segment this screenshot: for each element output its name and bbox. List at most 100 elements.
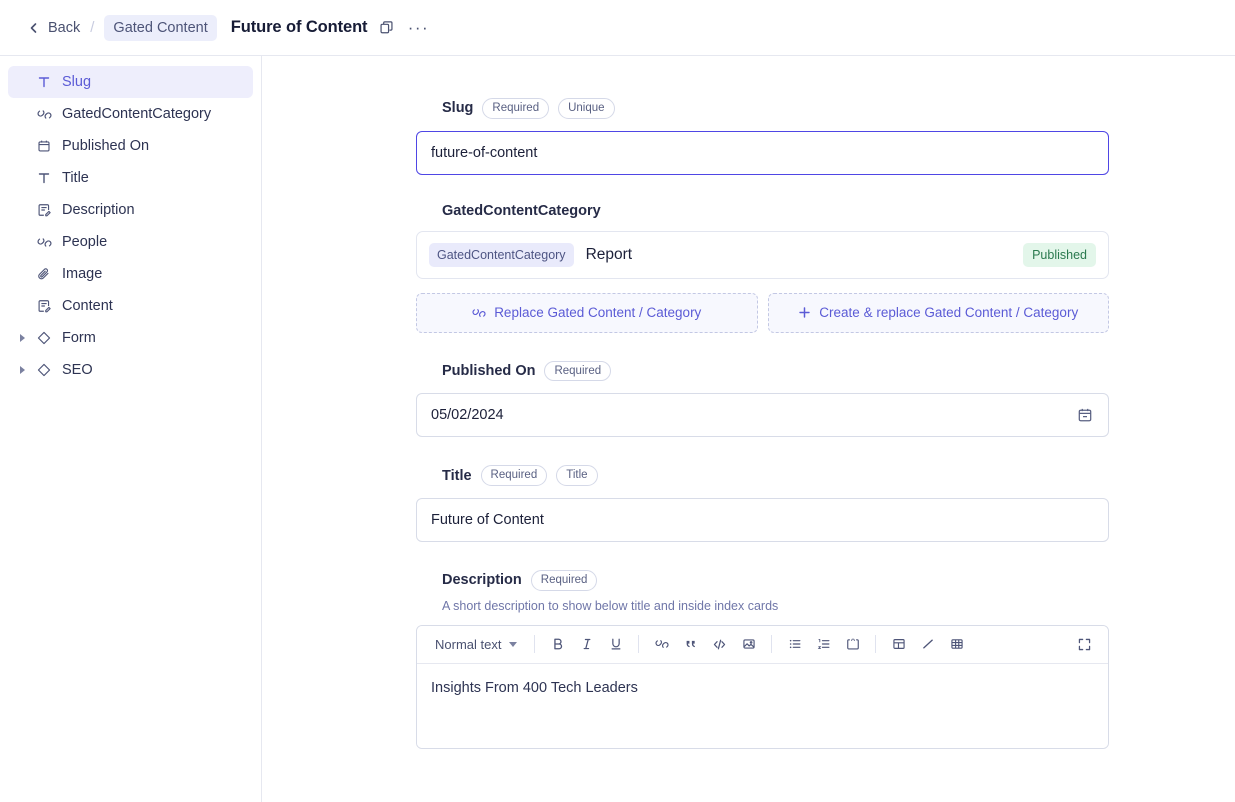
code-icon[interactable] (706, 631, 733, 658)
breadcrumb-gated-content[interactable]: Gated Content (104, 14, 217, 41)
top-bar: Back / Gated Content Future of Content ·… (0, 0, 1235, 56)
title-input-value: Future of Content (431, 511, 544, 528)
more-options-button[interactable]: ··· (405, 15, 431, 41)
badge-required: Required (480, 465, 548, 486)
sidebar-item-title[interactable]: Title (8, 162, 253, 194)
sidebar-item-label: Form (62, 330, 96, 346)
field-slug: Slug Required Unique future-of-content (416, 98, 1109, 175)
reference-card[interactable]: GatedContentCategory Report Published (416, 230, 1109, 279)
sidebar-item-slug[interactable]: Slug (8, 66, 253, 98)
sidebar-item-label: Title (62, 170, 89, 186)
field-gatedcontentcategory: GatedContentCategory GatedContentCategor… (416, 203, 1109, 333)
sidebar-item-image[interactable]: Image (8, 258, 253, 290)
fullscreen-icon[interactable] (1071, 631, 1098, 658)
image-icon[interactable] (735, 631, 762, 658)
field-label: Description (442, 572, 522, 589)
sidebar-item-label: Image (62, 266, 103, 282)
published-on-value: 05/02/2024 (431, 407, 504, 424)
description-content: Insights From 400 Tech Leaders (431, 679, 638, 696)
reference-actions: Replace Gated Content / Category Create … (416, 292, 1109, 333)
rich-text-icon (36, 298, 52, 314)
field-title-header[interactable]: Title Required Title (416, 465, 1109, 486)
breadcrumb-separator: / (90, 19, 95, 36)
slug-input-value: future-of-content (431, 144, 538, 161)
sidebar-item-seo[interactable]: SEO (8, 354, 253, 386)
link-icon (36, 106, 52, 122)
chevron-right-icon (20, 366, 25, 374)
sidebar-item-published-on[interactable]: Published On (8, 130, 253, 162)
link-icon (36, 234, 52, 250)
underline-icon[interactable] (602, 631, 629, 658)
main-content: Slug Required Unique future-of-content G… (262, 56, 1235, 802)
sidebar-item-label: Content (62, 298, 113, 314)
create-replace-reference-button[interactable]: Create & replace Gated Content / Categor… (767, 292, 1109, 333)
sidebar-item-form[interactable]: Form (8, 322, 253, 354)
back-button[interactable]: Back (28, 20, 80, 36)
sidebar-item-people[interactable]: People (8, 226, 253, 258)
badge-title: Title (556, 465, 598, 486)
field-slug-header[interactable]: Slug Required Unique (416, 98, 1109, 119)
code-block-icon[interactable] (839, 631, 866, 658)
reference-name: Report (585, 245, 633, 263)
sidebar-item-description[interactable]: Description (8, 194, 253, 226)
sidebar-item-content[interactable]: Content (8, 290, 253, 322)
slug-input[interactable]: future-of-content (416, 130, 1109, 175)
numbered-list-icon[interactable] (810, 631, 837, 658)
field-label: Title (442, 467, 472, 484)
italic-icon[interactable] (573, 631, 600, 658)
text-type-icon (36, 74, 52, 90)
divider-icon[interactable] (914, 631, 941, 658)
back-label: Back (48, 19, 81, 36)
more-options-label: ··· (407, 17, 430, 37)
badge-required: Required (544, 360, 612, 382)
rich-text-icon (36, 202, 52, 218)
field-label: Slug (442, 100, 474, 117)
calendar-icon[interactable] (1077, 407, 1094, 424)
layout-icon[interactable] (885, 631, 912, 658)
toolbar-divider (638, 635, 640, 654)
toolbar-divider (875, 635, 877, 654)
sidebar-item-label: Published On (62, 138, 150, 154)
sidebar-item-label: Description (62, 202, 135, 218)
link-icon (472, 306, 486, 320)
toolbar-divider (534, 635, 536, 654)
sidebar-item-label: SEO (62, 362, 93, 378)
quote-icon[interactable] (677, 631, 704, 658)
text-style-select[interactable]: Normal text (427, 633, 525, 656)
link-icon[interactable] (648, 631, 675, 658)
published-on-input[interactable]: 05/02/2024 (416, 393, 1109, 438)
chevron-right-icon (20, 334, 25, 342)
copy-icon[interactable] (373, 15, 399, 41)
page-title: Future of Content (230, 18, 368, 36)
bold-icon[interactable] (544, 631, 571, 658)
sidebar-item-gatedcontentcategory[interactable]: GatedContentCategory (8, 98, 253, 130)
chevron-down-icon (509, 641, 518, 647)
description-editor-body[interactable]: Insights From 400 Tech Leaders (417, 663, 1108, 748)
sidebar: Slug GatedContentCategory Published On T… (0, 56, 262, 802)
badge-required: Required (482, 98, 550, 119)
badge-required: Required (530, 569, 598, 591)
field-gatedcontentcategory-header[interactable]: GatedContentCategory (416, 203, 1109, 219)
bullet-list-icon[interactable] (781, 631, 808, 658)
description-editor: Normal text Insights From 400 Tech Leade… (416, 624, 1109, 749)
field-title: Title Required Title Future of Content (416, 465, 1109, 542)
replace-reference-button[interactable]: Replace Gated Content / Category (416, 292, 758, 333)
toolbar-divider (771, 635, 773, 654)
field-published-on-header[interactable]: Published On Required (416, 360, 1109, 382)
plus-icon (798, 306, 811, 319)
field-description-header[interactable]: Description Required (416, 569, 1109, 591)
title-input[interactable]: Future of Content (416, 497, 1109, 542)
paperclip-icon (36, 266, 52, 282)
text-type-icon (36, 170, 52, 186)
diamond-icon (36, 330, 52, 346)
badge-unique: Unique (558, 98, 615, 119)
table-icon[interactable] (943, 631, 970, 658)
field-label: GatedContentCategory (442, 202, 601, 219)
create-replace-reference-label: Create & replace Gated Content / Categor… (819, 305, 1079, 321)
sidebar-item-label: GatedContentCategory (62, 106, 212, 122)
field-label: Published On (442, 362, 536, 379)
reference-type-chip: GatedContentCategory (429, 242, 574, 267)
form-column: Slug Required Unique future-of-content G… (416, 56, 1109, 749)
sidebar-item-label: People (62, 234, 108, 250)
field-helper-text: A short description to show below title … (442, 598, 779, 613)
